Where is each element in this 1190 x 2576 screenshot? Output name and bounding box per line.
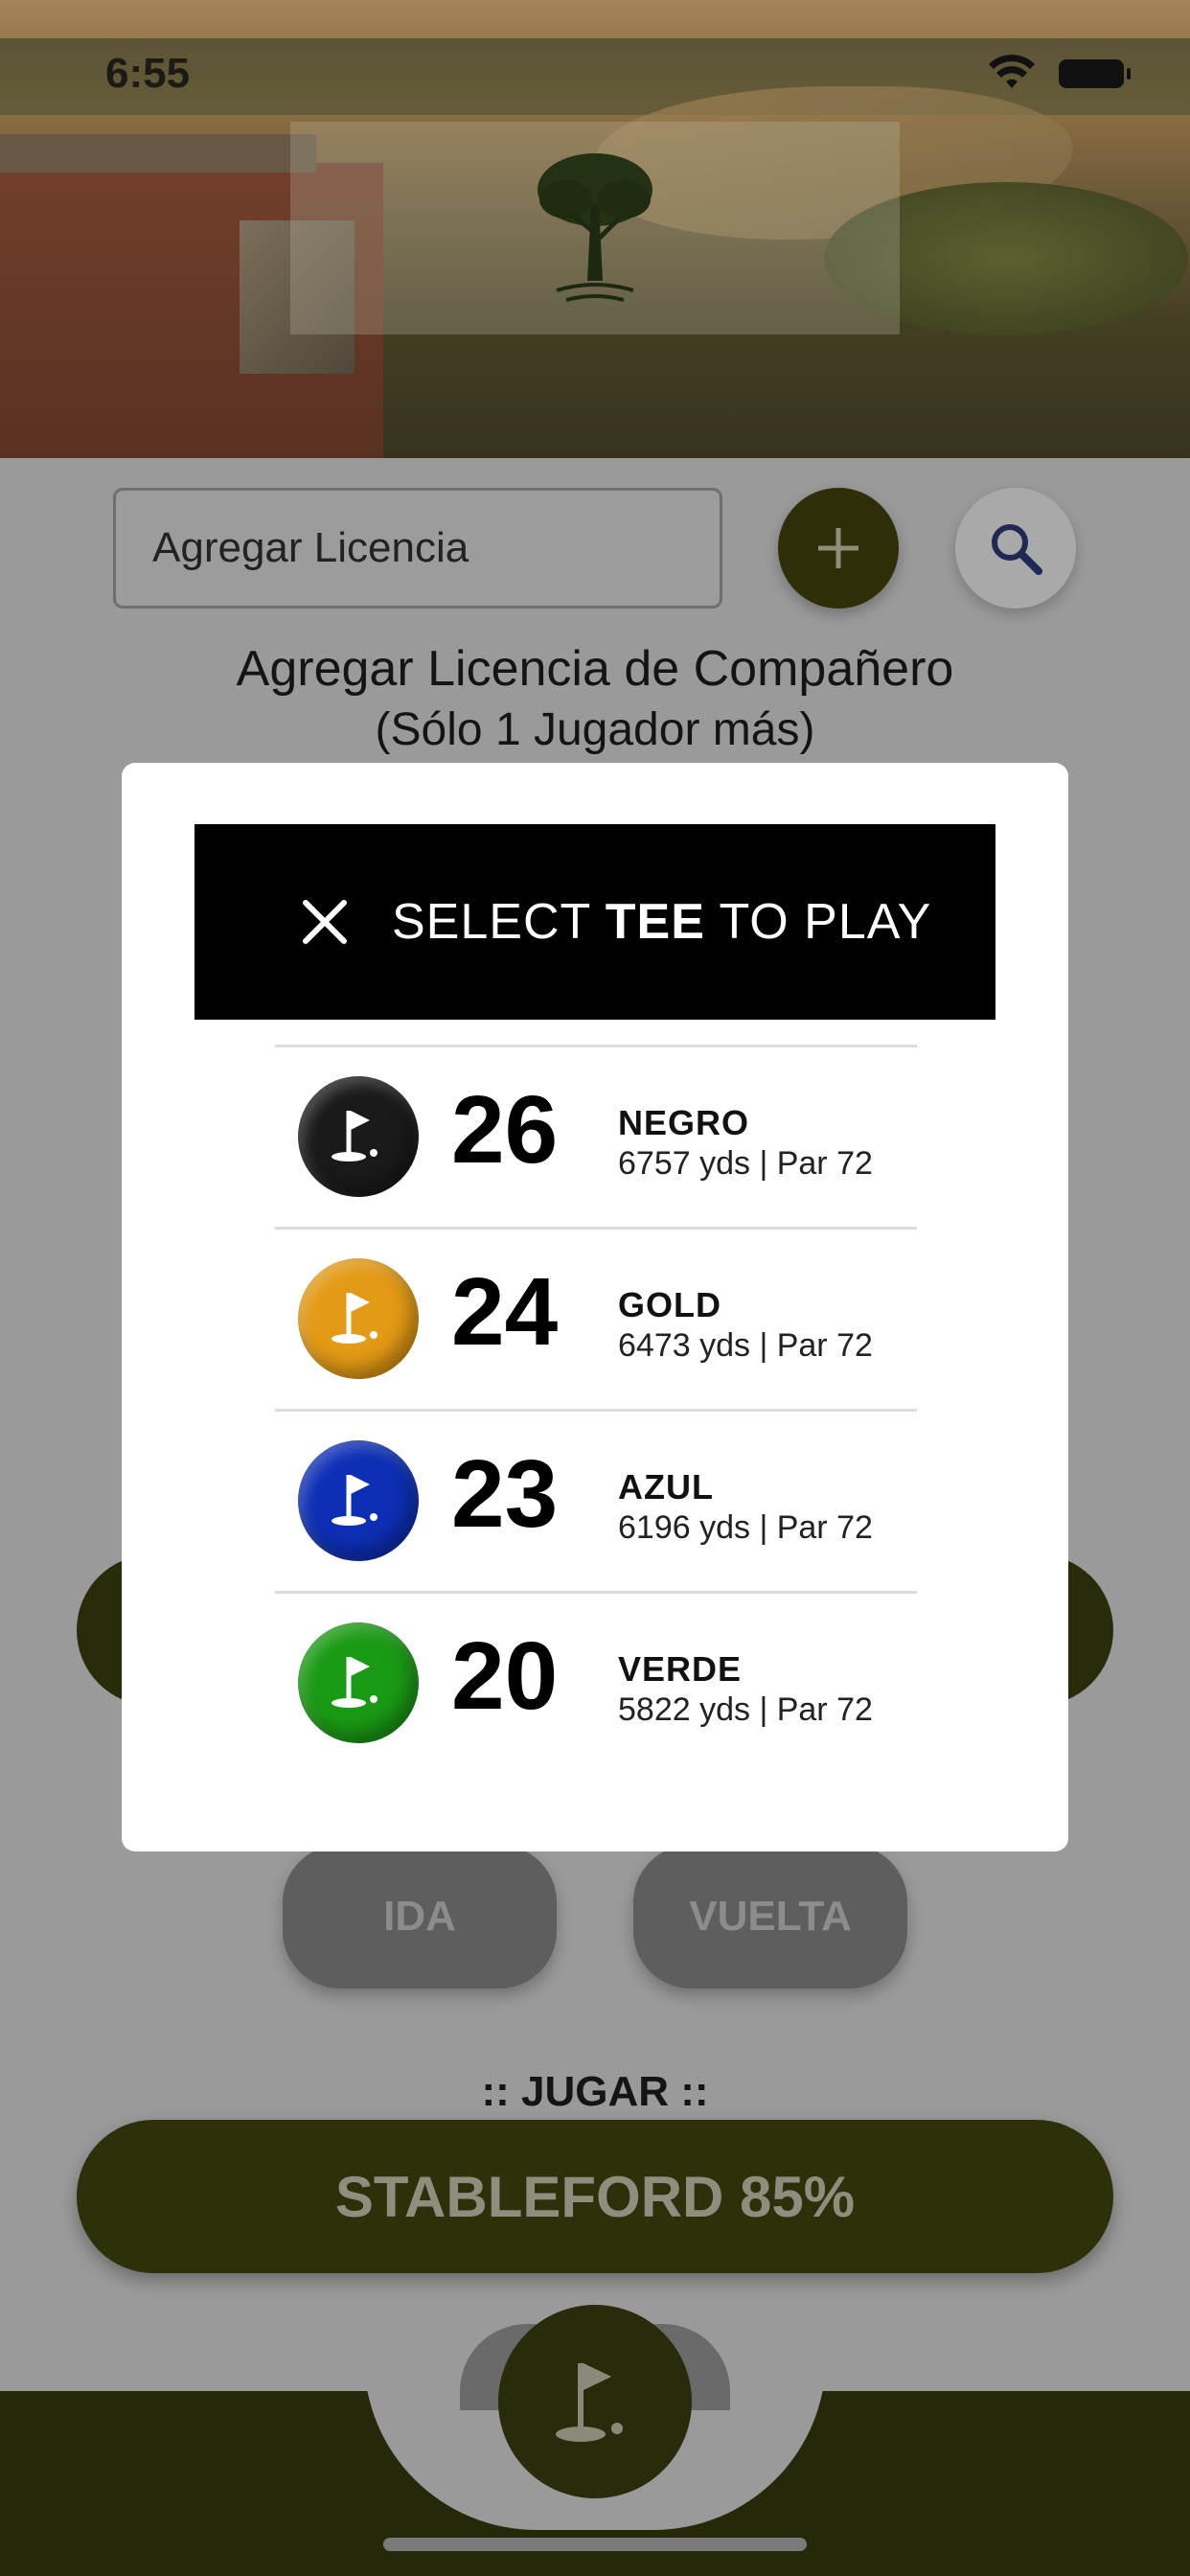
tee-ball-negro: [298, 1076, 419, 1197]
tee-option-azul[interactable]: 23 AZUL 6196 yds | Par 72: [275, 1409, 917, 1591]
golf-flag-icon: [332, 1111, 378, 1162]
tee-name: NEGRO: [618, 1103, 750, 1142]
tee-info: 6473 yds | Par 72: [618, 1327, 873, 1364]
modal-title: SELECT TEE TO PLAY: [392, 894, 932, 950]
tee-ball-azul: [298, 1440, 419, 1561]
tee-list: 26 NEGRO 6757 yds | Par 72 24 GOLD 6473 …: [275, 1045, 917, 1773]
tee-option-negro[interactable]: 26 NEGRO 6757 yds | Par 72: [275, 1045, 917, 1227]
modal-header: SELECT TEE TO PLAY: [195, 824, 995, 1020]
golf-flag-icon: [332, 1475, 378, 1526]
tee-select-modal: SELECT TEE TO PLAY 26 NEGRO 6757 yds | P…: [122, 763, 1068, 1852]
tee-option-verde[interactable]: 20 VERDE 5822 yds | Par 72: [275, 1591, 917, 1773]
tee-name: AZUL: [618, 1467, 714, 1506]
golf-flag-icon: [332, 1293, 378, 1344]
golf-flag-icon: [332, 1657, 378, 1708]
tee-info: 6757 yds | Par 72: [618, 1145, 873, 1182]
tee-option-gold[interactable]: 24 GOLD 6473 yds | Par 72: [275, 1227, 917, 1409]
tee-handicap: 23: [451, 1440, 559, 1548]
tee-name: GOLD: [618, 1285, 721, 1324]
close-icon[interactable]: [300, 897, 350, 947]
tee-handicap: 26: [451, 1076, 559, 1184]
tee-ball-gold: [298, 1258, 419, 1379]
tee-info: 6196 yds | Par 72: [618, 1509, 873, 1546]
tee-name: VERDE: [618, 1649, 743, 1689]
tee-handicap: 24: [451, 1258, 559, 1366]
tee-info: 5822 yds | Par 72: [618, 1691, 873, 1728]
tee-handicap: 20: [451, 1622, 559, 1730]
tee-ball-verde: [298, 1622, 419, 1743]
